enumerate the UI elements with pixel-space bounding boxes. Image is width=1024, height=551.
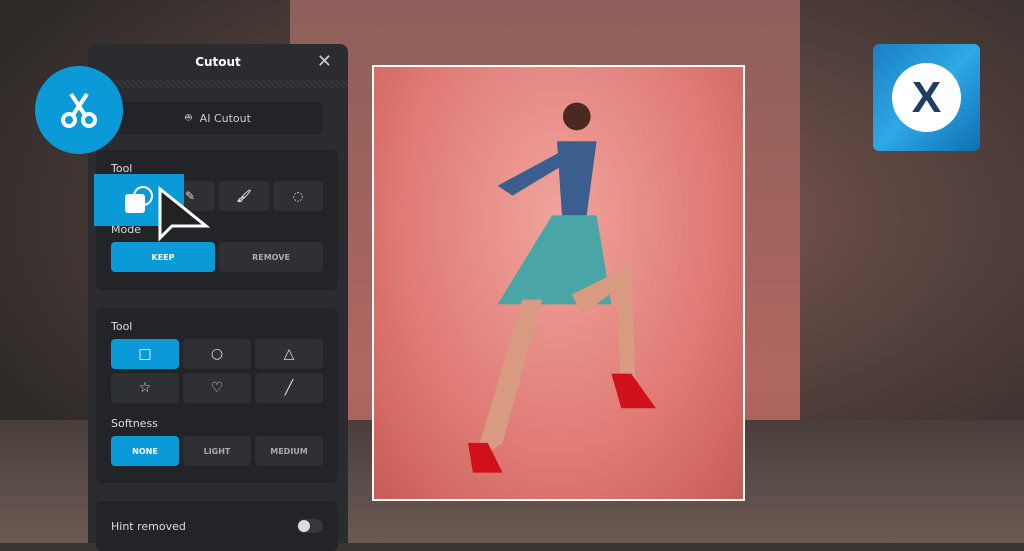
shape-tool-label: Tool [111, 320, 133, 333]
logo-letter: X [892, 63, 961, 132]
softness-medium-button[interactable]: MEDIUM [255, 436, 323, 466]
shape-icon [125, 186, 153, 213]
circle-shape-button[interactable]: ○ [183, 339, 251, 369]
hint-label: Hint removed [111, 519, 186, 533]
tool-lasso-button[interactable]: ◌ [273, 181, 323, 211]
model-silhouette [467, 102, 656, 473]
heart-shape-button[interactable]: ♡ [183, 373, 251, 403]
star-shape-button[interactable]: ☆ [111, 373, 179, 403]
cursor-icon [158, 186, 210, 242]
robot-icon: 🤖︎ [185, 110, 192, 124]
shape-section: Tool □ ○ △ ☆ ♡ ╱ Softness NONE LIGHT MED… [96, 308, 338, 483]
triangle-shape-button[interactable]: △ [255, 339, 323, 369]
ai-cutout-label: AI Cutout [199, 111, 251, 125]
softness-none-button[interactable]: NONE [111, 436, 179, 466]
cutout-panel: Cutout ✕ 🤖︎ AI Cutout Tool ✎ 🖌︎ ◌ Mode KE… [88, 44, 348, 551]
panel-title: Cutout [195, 55, 241, 69]
square-shape-button[interactable]: □ [111, 339, 179, 369]
softness-light-button[interactable]: LIGHT [183, 436, 251, 466]
app-logo: X [873, 44, 980, 151]
drag-handle[interactable] [88, 80, 348, 88]
scissors-icon [35, 66, 123, 154]
selection-area[interactable] [372, 65, 745, 501]
close-icon[interactable]: ✕ [317, 51, 332, 72]
hint-toggle[interactable] [297, 519, 323, 533]
line-shape-button[interactable]: ╱ [255, 373, 323, 403]
tool-brush-button[interactable]: 🖌︎ [219, 181, 269, 211]
mode-remove-button[interactable]: REMOVE [219, 242, 323, 272]
hint-row: Hint removed [96, 501, 338, 551]
ai-cutout-button[interactable]: 🤖︎ AI Cutout [113, 102, 323, 134]
softness-label: Softness [111, 417, 158, 430]
